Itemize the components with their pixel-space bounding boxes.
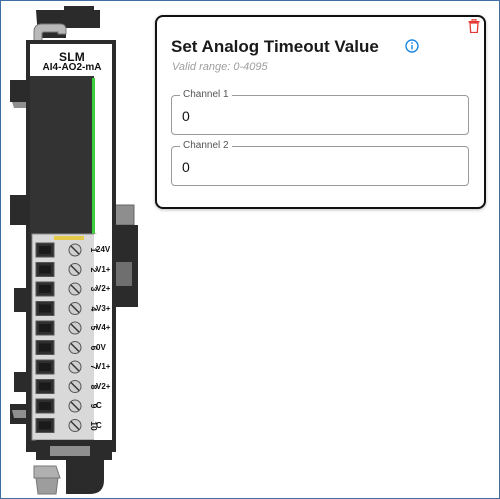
terminal-label: 24V	[96, 245, 111, 254]
terminal-label: V1+	[96, 362, 111, 371]
module-model-label: AI4-AO2-mA	[42, 62, 102, 73]
terminal-label: C	[96, 401, 102, 410]
terminal-socket-opening	[39, 343, 51, 352]
dialog-title: Set Analog Timeout Value	[171, 37, 379, 56]
io-module[interactable]: SLM AI4-AO2-mA 1 24V 2 V1+ 3 V2+ 4 V3+ 5 V4+ 6 0V 7 V…	[0, 0, 150, 499]
dialog-subtitle: Valid range: 0-4095	[172, 61, 268, 73]
terminal-label: V2+	[96, 381, 111, 391]
terminal-label: 0V	[96, 342, 106, 352]
terminal-socket-opening	[39, 246, 51, 254]
channel-2-input[interactable]	[182, 157, 452, 177]
terminal-label: C	[96, 420, 102, 430]
terminal-socket-opening	[39, 285, 51, 293]
terminal-label: V3+	[96, 303, 111, 313]
channel-1-field[interactable]: Channel 1	[171, 88, 469, 135]
module-drawing	[10, 6, 138, 495]
channel-2-label: Channel 2	[180, 139, 232, 153]
terminal-label: V4+	[96, 323, 111, 332]
terminal-socket-opening	[39, 363, 51, 371]
info-icon[interactable]	[405, 39, 419, 53]
channel-1-input[interactable]	[182, 106, 452, 126]
channel-2-field[interactable]: Channel 2	[171, 139, 469, 186]
terminal-label: V2+	[96, 284, 111, 293]
channel-1-label: Channel 1	[180, 88, 232, 102]
trash-icon[interactable]	[468, 19, 480, 33]
terminal-label: V1+	[96, 264, 111, 274]
terminal-socket-opening	[39, 265, 51, 274]
terminal-socket-opening	[39, 421, 51, 430]
terminal-socket-opening	[39, 304, 51, 313]
timeout-dialog: Set Analog Timeout Value Valid range: 0-…	[155, 15, 486, 209]
terminal-socket-opening	[39, 382, 51, 391]
terminal-socket-opening	[39, 324, 51, 332]
terminal-socket-opening	[39, 402, 51, 410]
